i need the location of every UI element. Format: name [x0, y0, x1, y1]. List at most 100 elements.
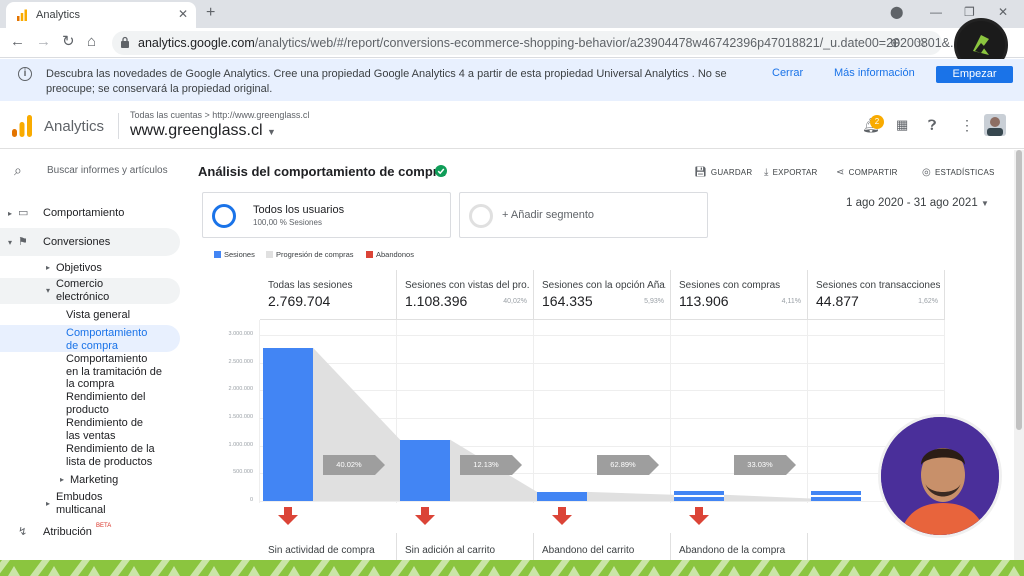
stripe-pattern	[0, 560, 1020, 576]
stage-value: 113.906	[679, 293, 729, 309]
down-arrow-icon	[415, 507, 435, 525]
chevron-right-icon: ▸	[46, 499, 51, 508]
apps-grid-icon[interactable]: ▦	[896, 117, 908, 133]
add-segment-label: + Añadir segmento	[502, 209, 595, 221]
export-button[interactable]: ⤓ EXPORTAR	[764, 167, 818, 178]
minimize-icon[interactable]: —	[930, 5, 942, 19]
sidebar-item-label: Comercio electrónico	[56, 278, 110, 303]
sidebar-item-embudos[interactable]: ▸ Embudos multicanal	[0, 491, 180, 517]
sidebar-item-conversiones[interactable]: ▾ ⚑ Conversiones	[0, 228, 180, 256]
profile-dropdown-icon[interactable]: ⬤	[890, 5, 903, 19]
sidebar-item-comportamiento[interactable]: ▸ ▭ Comportamiento	[0, 206, 180, 220]
chevron-down-icon: ▾	[46, 286, 51, 295]
search-icon: ⌕	[14, 162, 22, 178]
insights-label: ESTADÍSTICAS	[934, 168, 995, 177]
abandon-label: Abandono del carrito	[542, 545, 635, 556]
legend-label: Sesiones	[224, 250, 255, 259]
rate-flag-tip	[512, 455, 522, 475]
funnel-stage-header[interactable]: Todas las sesiones 2.769.704	[260, 270, 397, 320]
insights-button[interactable]: ◎ ESTADÍSTICAS	[922, 167, 995, 178]
search-input[interactable]: Buscar informes y artículos	[47, 165, 168, 176]
bookmark-star-icon[interactable]: ☆	[916, 35, 928, 51]
url-text: analytics.google.com/analytics/web/#/rep…	[138, 36, 960, 50]
zoom-icon[interactable]: ⊕	[890, 35, 901, 51]
save-button[interactable]: 💾︎ GUARDAR	[694, 167, 752, 178]
page-scrollbar[interactable]	[1014, 150, 1024, 576]
add-segment-button[interactable]: + Añadir segmento	[459, 192, 708, 238]
reload-icon[interactable]: ↻	[62, 34, 75, 50]
sidebar-item-comercio[interactable]: ▾ Comercio electrónico	[0, 278, 180, 304]
sidebar-sub-vista-general[interactable]: Vista general	[66, 309, 166, 322]
export-label: EXPORTAR	[772, 168, 818, 177]
funnel-bar[interactable]	[674, 491, 724, 501]
sidebar-search[interactable]: ⌕ Buscar informes y artículos	[0, 150, 190, 190]
share-label: COMPARTIR	[848, 168, 898, 177]
chevron-down-icon: ▾	[8, 238, 13, 247]
analytics-favicon-icon	[17, 9, 27, 21]
segment-subtitle: 100,00 % Sesiones	[253, 218, 322, 227]
window-close-icon[interactable]: ✕	[998, 5, 1008, 19]
scrollbar-thumb[interactable]	[1016, 150, 1022, 430]
stripe-chevron	[0, 560, 20, 576]
sidebar-item-marketing[interactable]: ▸ Marketing	[0, 473, 180, 487]
abandon-arrow-icon	[414, 507, 436, 525]
avatar[interactable]	[984, 114, 1006, 136]
caret-down-icon: ▼	[266, 127, 276, 137]
browser-tab[interactable]: Analytics ✕	[6, 2, 196, 28]
funnel-stage-header[interactable]: Sesiones con compras 113.906 4,11%	[671, 270, 808, 320]
more-options-icon[interactable]: ⋮	[960, 117, 974, 134]
notice-text: Descubra las novedades de Google Analyti…	[46, 68, 727, 95]
sidebar-sub-rendimiento-producto[interactable]: Rendimiento del producto	[66, 391, 156, 416]
account-breadcrumb[interactable]: Todas las cuentas > http://www.greenglas…	[130, 110, 309, 120]
funnel-stage-header[interactable]: Sesiones con vistas del pro... 1.108.396 4…	[397, 270, 534, 320]
sidebar-sub-comportamiento-compra[interactable]: Comportamiento de compra	[66, 327, 160, 352]
close-notice-link[interactable]: Cerrar	[772, 67, 803, 79]
sidebar-sub-lista-productos[interactable]: Rendimiento de la lista de productos	[66, 443, 160, 468]
restore-icon[interactable]: ❐	[964, 5, 975, 19]
segment-ring-icon	[212, 204, 236, 228]
share-button[interactable]: ⋖ COMPARTIR	[836, 167, 898, 178]
lock-icon	[121, 36, 129, 48]
funnel-bar[interactable]	[811, 491, 861, 501]
stage-percent: 5,93%	[644, 298, 664, 305]
url-path: /analytics/web/#/report/conversions-ecom…	[254, 36, 961, 50]
analytics-logo-icon	[12, 115, 32, 137]
sidebar-sub-rendimiento-ventas[interactable]: Rendimiento de las ventas	[66, 417, 156, 442]
sidebar-item-objetivos[interactable]: ▸ Objetivos	[0, 261, 180, 275]
segment-all-users[interactable]: Todos los usuarios 100,00 % Sesiones	[202, 192, 451, 238]
stripe-chevron	[270, 560, 300, 576]
caret-down-icon: ▼	[980, 199, 989, 208]
tab-close-icon[interactable]: ✕	[178, 7, 188, 21]
home-icon[interactable]: ⌂	[87, 34, 96, 50]
rate-flag-tip	[649, 455, 659, 475]
date-range-picker[interactable]: 1 ago 2020 - 31 ago 2021 ▼	[846, 197, 989, 209]
legend-label: Progresión de compras	[276, 250, 354, 259]
help-icon[interactable]: ❓︎	[928, 117, 936, 134]
account-selector[interactable]: www.greenglass.cl ▼	[130, 122, 276, 140]
funnel-bar[interactable]	[263, 347, 313, 501]
stripe-chevron	[590, 560, 620, 576]
conversion-rate-flag: 62.89%	[597, 455, 659, 475]
sidebar-item-label: Objetivos	[56, 262, 102, 274]
progression-area	[587, 491, 674, 501]
url-input[interactable]: analytics.google.com/analytics/web/#/rep…	[112, 31, 960, 55]
new-tab-icon[interactable]: +	[206, 4, 215, 22]
start-button[interactable]: Empezar	[936, 66, 1013, 83]
funnel-bar[interactable]	[400, 439, 450, 501]
chevron-right-icon: ▸	[8, 209, 13, 218]
funnel-stage-header[interactable]: Sesiones con transacciones 44.877 1,62%	[808, 270, 945, 320]
abandon-label: Sin actividad de compra	[268, 545, 375, 556]
rate-label: 40.02%	[336, 460, 362, 469]
stage-label: Sesiones con vistas del pro...	[405, 280, 529, 291]
attribution-icon: ↯	[18, 526, 28, 538]
funnel-stage-header[interactable]: Sesiones con la opción Aña... 164.335 5,93…	[534, 270, 671, 320]
more-info-link[interactable]: Más información	[834, 67, 915, 79]
back-icon[interactable]: ←	[10, 34, 25, 50]
sidebar-sub-tramitacion[interactable]: Comportamiento en la tramitación de la c…	[66, 353, 162, 391]
down-arrow-icon	[278, 507, 298, 525]
forward-icon[interactable]: →	[36, 34, 51, 50]
ga4-notice-banner: i Descubra las novedades de Google Analy…	[0, 59, 1024, 101]
presenter-webcam	[878, 414, 1002, 538]
sidebar-item-atribucion[interactable]: ↯ Atribución BETA	[0, 523, 180, 540]
funnel-bar[interactable]	[537, 491, 587, 501]
